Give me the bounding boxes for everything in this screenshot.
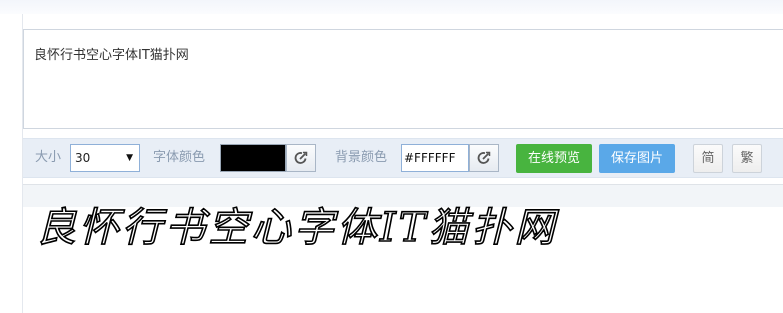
size-select[interactable]: 30 ▼ xyxy=(70,144,140,172)
save-image-button[interactable]: 保存图片 xyxy=(599,144,675,173)
dropdown-arrow-icon: ▼ xyxy=(126,153,133,163)
preview-button[interactable]: 在线预览 xyxy=(516,144,592,173)
color-picker-icon xyxy=(477,151,491,164)
font-color-label: 字体颜色 xyxy=(153,150,206,165)
preview-rendered-text: 良怀行书空心字体IT猫扑网 xyxy=(35,204,558,252)
font-generator-page: 良怀行书空心字体IT猫扑网 大小 30 ▼ 字体颜色 背景颜色 在线预览 保存 xyxy=(0,0,783,313)
toolbar: 大小 30 ▼ 字体颜色 背景颜色 在线预览 保存图片 简 繁 xyxy=(23,138,783,178)
bg-color-picker-button[interactable] xyxy=(469,144,499,172)
font-color-swatch[interactable] xyxy=(220,144,286,172)
size-label: 大小 xyxy=(35,150,62,165)
simplified-button[interactable]: 简 xyxy=(693,144,723,173)
font-color-picker-button[interactable] xyxy=(286,144,316,172)
bg-color-input[interactable] xyxy=(401,144,469,172)
bg-color-label: 背景颜色 xyxy=(335,150,388,165)
color-picker-icon xyxy=(294,151,308,164)
traditional-button[interactable]: 繁 xyxy=(732,144,762,173)
size-select-value: 30 xyxy=(75,151,91,165)
top-band xyxy=(0,0,783,14)
text-input[interactable]: 良怀行书空心字体IT猫扑网 xyxy=(23,29,783,129)
